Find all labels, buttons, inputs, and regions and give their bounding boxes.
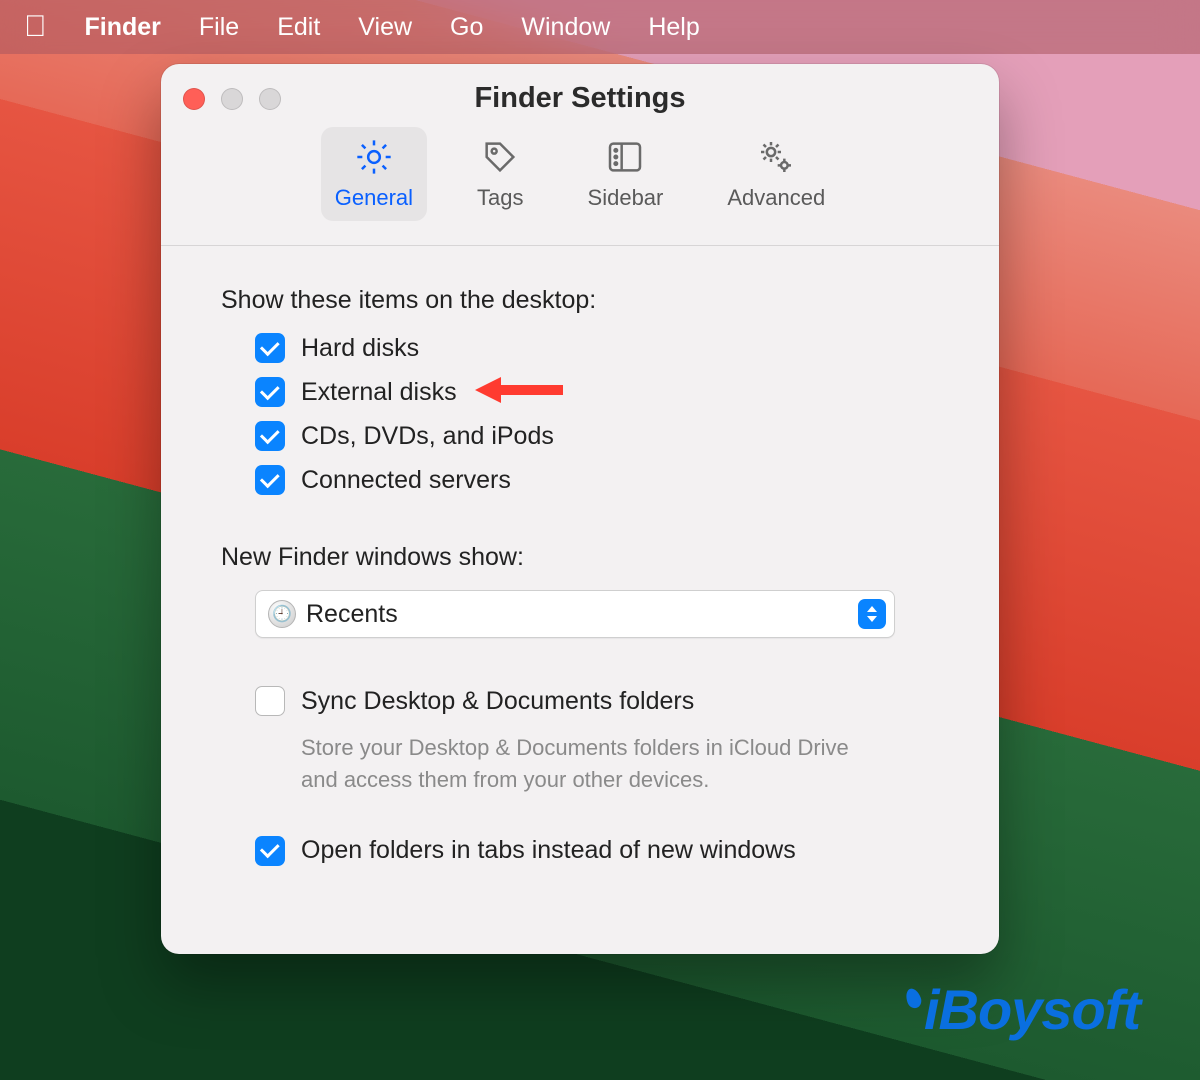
checkbox-connected-servers[interactable] — [255, 465, 285, 495]
chevron-updown-icon — [858, 599, 886, 629]
select-value: Recents — [306, 600, 398, 629]
new-window-label: New Finder windows show: — [221, 543, 939, 572]
checkbox-cds-row: CDs, DVDs, and iPods — [255, 421, 939, 451]
checkbox-label: Connected servers — [301, 466, 511, 495]
menubar:  Finder File Edit View Go Window Help — [0, 0, 1200, 54]
apple-menu-icon[interactable]:  — [24, 12, 47, 42]
menu-go[interactable]: Go — [450, 13, 483, 42]
desktop-items-list: Hard disks External disks CDs, DVDs, and… — [255, 333, 939, 495]
menu-help[interactable]: Help — [648, 13, 699, 42]
tab-advanced[interactable]: Advanced — [713, 127, 839, 221]
watermark: iBoysoft — [914, 977, 1140, 1042]
menu-window[interactable]: Window — [521, 13, 610, 42]
tab-general[interactable]: General — [321, 127, 427, 221]
tab-label: Sidebar — [588, 185, 664, 211]
checkbox-external-disks-row: External disks — [255, 377, 939, 407]
window-titlebar: Finder Settings General Tags Sidebar — [161, 64, 999, 246]
tab-tags[interactable]: Tags — [463, 127, 537, 221]
checkbox-label: CDs, DVDs, and iPods — [301, 422, 554, 451]
checkbox-external-disks[interactable] — [255, 377, 285, 407]
window-title: Finder Settings — [474, 82, 685, 115]
tag-icon — [478, 135, 522, 179]
traffic-lights — [183, 88, 281, 110]
settings-content: Show these items on the desktop: Hard di… — [161, 246, 999, 954]
sync-description: Store your Desktop & Documents folders i… — [301, 732, 861, 796]
clock-icon: 🕘 — [268, 600, 296, 628]
annotation-arrow-icon — [475, 373, 565, 407]
menu-view[interactable]: View — [358, 13, 412, 42]
checkbox-open-in-tabs[interactable] — [255, 836, 285, 866]
sidebar-icon — [603, 135, 647, 179]
tab-label: Advanced — [727, 185, 825, 211]
gear-icon — [352, 135, 396, 179]
tab-label: General — [335, 185, 413, 211]
gears-icon — [754, 135, 798, 179]
checkbox-label: Sync Desktop & Documents folders — [301, 687, 694, 716]
checkbox-label: Open folders in tabs instead of new wind… — [301, 836, 796, 865]
open-in-tabs-row: Open folders in tabs instead of new wind… — [255, 836, 939, 866]
menu-file[interactable]: File — [199, 13, 239, 42]
checkbox-hard-disks-row: Hard disks — [255, 333, 939, 363]
checkbox-hard-disks[interactable] — [255, 333, 285, 363]
checkbox-label: Hard disks — [301, 334, 419, 363]
close-button[interactable] — [183, 88, 205, 110]
finder-settings-window: Finder Settings General Tags Sidebar — [161, 64, 999, 954]
app-name[interactable]: Finder — [85, 13, 161, 42]
sync-row: Sync Desktop & Documents folders — [255, 686, 939, 716]
settings-tabs: General Tags Sidebar Advanced — [321, 127, 839, 221]
checkbox-servers-row: Connected servers — [255, 465, 939, 495]
menu-edit[interactable]: Edit — [277, 13, 320, 42]
show-items-label: Show these items on the desktop: — [221, 286, 939, 315]
new-window-select[interactable]: 🕘 Recents — [255, 590, 895, 638]
checkbox-cds-dvds-ipods[interactable] — [255, 421, 285, 451]
checkbox-label: External disks — [301, 378, 457, 407]
minimize-button[interactable] — [221, 88, 243, 110]
zoom-button[interactable] — [259, 88, 281, 110]
tab-sidebar[interactable]: Sidebar — [574, 127, 678, 221]
tab-label: Tags — [477, 185, 523, 211]
checkbox-sync-desktop-documents[interactable] — [255, 686, 285, 716]
